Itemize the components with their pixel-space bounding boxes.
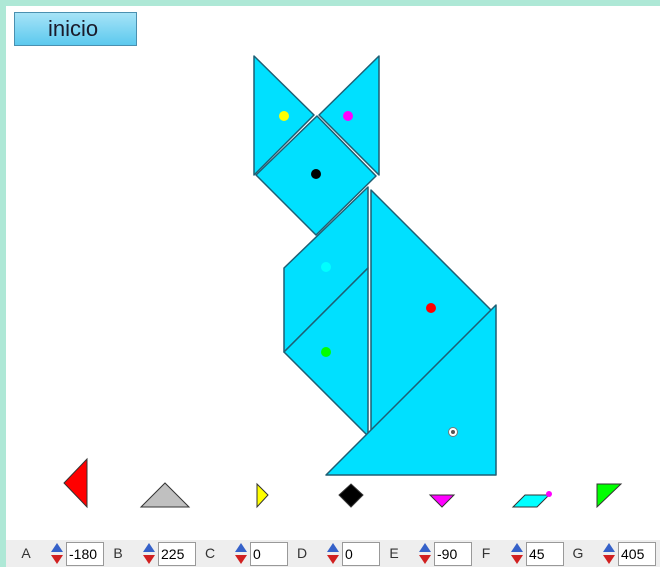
app-frame: inicio A B C D (6, 6, 660, 567)
spinner-down-icon[interactable] (327, 555, 339, 564)
piece-a-icon[interactable] (63, 457, 88, 509)
control-d-input[interactable] (342, 542, 380, 566)
piece-f-icon[interactable] (511, 494, 551, 508)
black-dot-marker (311, 169, 321, 179)
spinner-down-icon[interactable] (235, 555, 247, 564)
cyan-dot-marker (321, 262, 331, 272)
control-c-spinner[interactable] (234, 543, 248, 565)
control-g-label: G (572, 545, 584, 561)
control-e-input[interactable] (434, 542, 472, 566)
spinner-down-icon[interactable] (603, 555, 615, 564)
spinner-down-icon[interactable] (419, 555, 431, 564)
control-b-label: B (113, 545, 123, 561)
control-a-label: A (21, 545, 31, 561)
control-e-spinner[interactable] (418, 543, 432, 565)
spinner-down-icon[interactable] (51, 555, 63, 564)
control-c-label: C (204, 545, 216, 561)
magenta-dot-marker (343, 111, 353, 121)
control-f-input[interactable] (526, 542, 564, 566)
control-e-label: E (389, 545, 399, 561)
piece-d-icon[interactable] (338, 483, 364, 508)
spinner-up-icon[interactable] (143, 543, 155, 552)
spinner-down-icon[interactable] (143, 555, 155, 564)
spinner-up-icon[interactable] (511, 543, 523, 552)
piece-f-handle-icon[interactable] (546, 491, 552, 497)
spinner-up-icon[interactable] (327, 543, 339, 552)
control-g-spinner[interactable] (602, 543, 616, 565)
spinner-down-icon[interactable] (511, 555, 523, 564)
piece-g-icon[interactable] (596, 483, 623, 509)
control-c-input[interactable] (250, 542, 288, 566)
piece-c-icon[interactable] (256, 482, 269, 509)
spinner-up-icon[interactable] (603, 543, 615, 552)
spinner-up-icon[interactable] (235, 543, 247, 552)
control-d-spinner[interactable] (326, 543, 340, 565)
rotation-center-marker[interactable] (448, 427, 458, 437)
piece-e-icon[interactable] (428, 494, 456, 508)
green-dot-marker (321, 347, 331, 357)
piece-b-icon[interactable] (139, 482, 191, 508)
red-dot-marker (426, 303, 436, 313)
control-a-input[interactable] (66, 542, 104, 566)
angle-controls-bar: A B C D (6, 540, 660, 567)
control-g-input[interactable] (618, 542, 656, 566)
tangram-canvas (63, 55, 623, 509)
control-d-label: D (296, 545, 308, 561)
control-b-input[interactable] (158, 542, 196, 566)
control-a-spinner[interactable] (50, 543, 64, 565)
control-f-spinner[interactable] (510, 543, 524, 565)
spinner-up-icon[interactable] (419, 543, 431, 552)
inicio-button[interactable]: inicio (14, 12, 137, 46)
spinner-up-icon[interactable] (51, 543, 63, 552)
yellow-dot-marker (279, 111, 289, 121)
control-f-label: F (481, 545, 491, 561)
control-b-spinner[interactable] (142, 543, 156, 565)
